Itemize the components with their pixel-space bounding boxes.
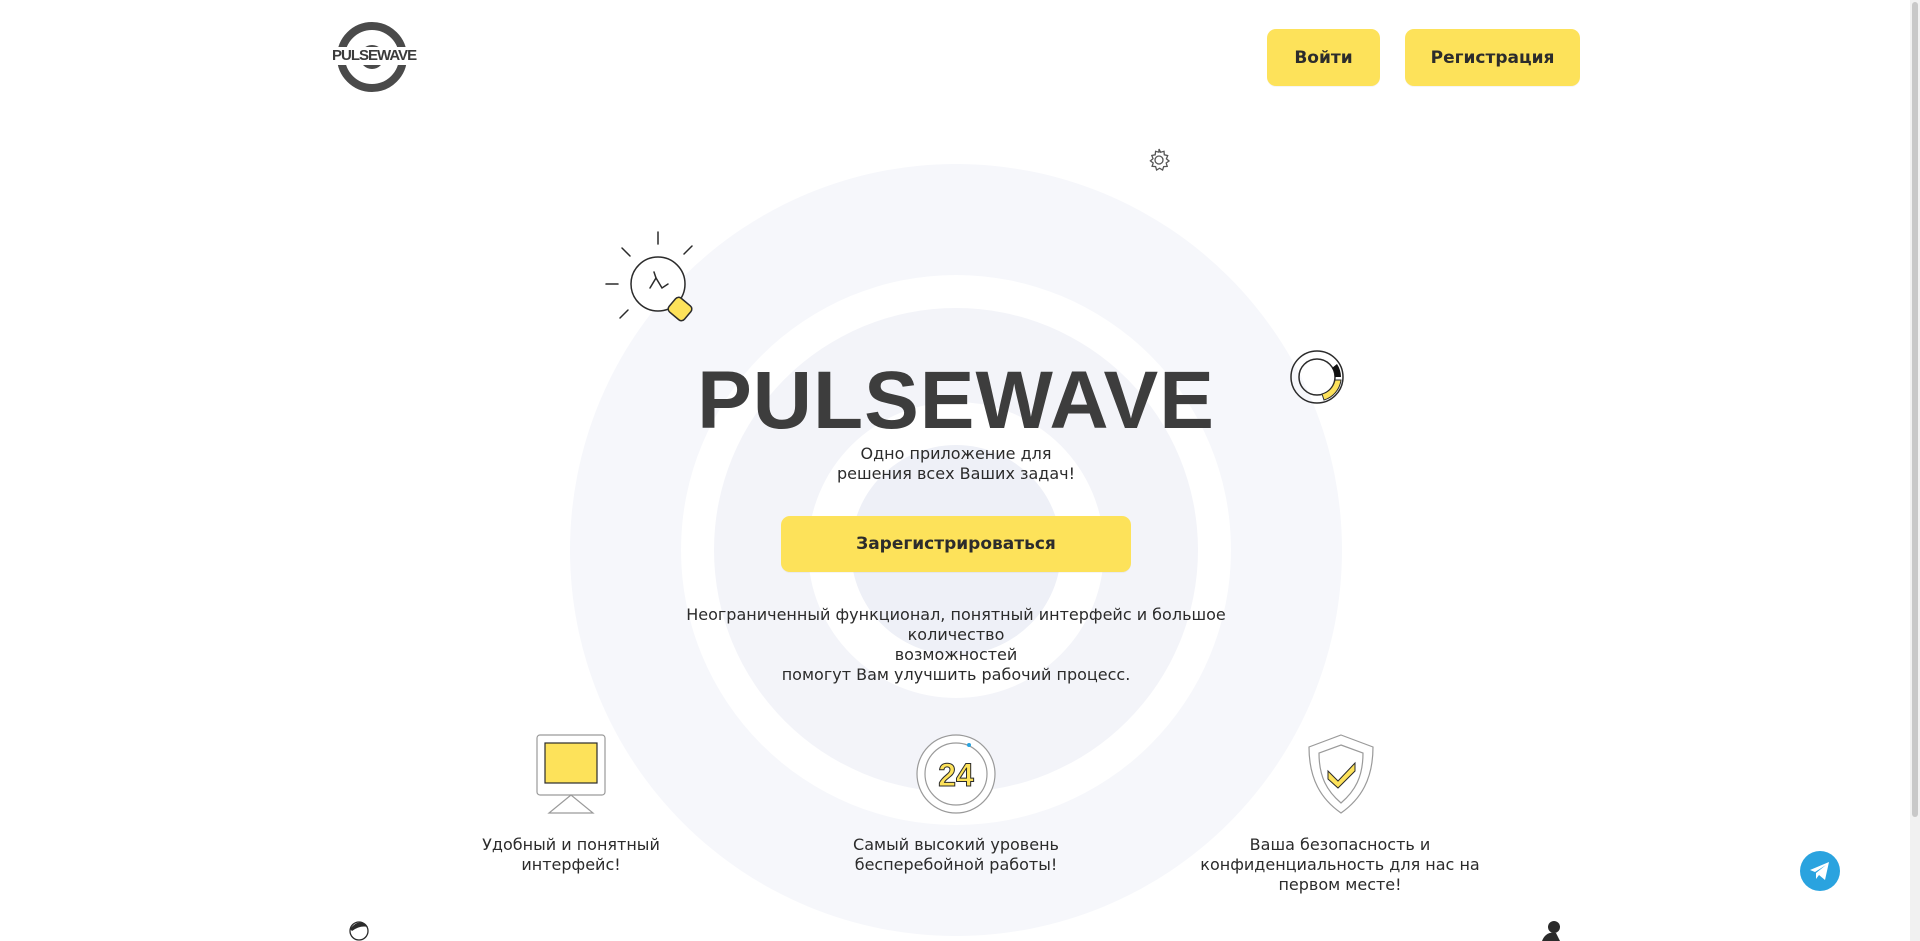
hero-subtitle: Одно приложение для решения всех Ваших з…	[806, 444, 1106, 484]
clock-24-icon: 24	[916, 734, 996, 814]
hero-subtitle-line1: Одно приложение для	[860, 444, 1052, 463]
feature-security-line3: первом месте!	[1278, 875, 1402, 894]
svg-text:24: 24	[938, 757, 974, 793]
feature-uptime: Самый высокий уровень бесперебойной рабо…	[816, 835, 1096, 875]
telegram-icon	[1810, 862, 1829, 880]
feature-security-line1: Ваша безопасность и	[1249, 835, 1431, 854]
hero-description: Неограниченный функционал, понятный инте…	[646, 605, 1266, 685]
feature-uptime-line1: Самый высокий уровень	[853, 835, 1059, 854]
gear-icon	[1149, 148, 1171, 171]
monitor-icon	[536, 734, 606, 814]
hero-desc-line1: Неограниченный функционал, понятный инте…	[686, 605, 1226, 644]
feature-interface-line1: Удобный и понятный интерфейс!	[482, 835, 660, 874]
scrollbar[interactable]	[1910, 0, 1920, 941]
person-illustration-left	[349, 921, 369, 941]
hero-title: PULSEWAVE	[697, 355, 1215, 446]
hero-desc-line3: помогут Вам улучшить рабочий процесс.	[781, 665, 1131, 684]
feature-interface: Удобный и понятный интерфейс!	[431, 835, 711, 875]
hero-desc-line2: возможностей	[894, 645, 1018, 664]
logo-text: PULSEWAVE	[332, 47, 417, 65]
login-button[interactable]: Войти	[1267, 29, 1380, 86]
telegram-button[interactable]	[1800, 851, 1840, 891]
person-illustration-right	[1542, 921, 1560, 941]
feature-uptime-line2: бесперебойной работы!	[854, 855, 1058, 874]
signup-cta-button[interactable]: Зарегистрироваться	[781, 516, 1131, 572]
hero-subtitle-line2: решения всех Ваших задач!	[836, 464, 1076, 483]
scrollbar-thumb[interactable]	[1912, 2, 1918, 817]
feature-security-line2: конфиденциальность для нас на	[1200, 855, 1480, 874]
register-button[interactable]: Регистрация	[1405, 29, 1580, 86]
shield-check-icon	[1308, 734, 1374, 814]
brand-logo[interactable]: PULSEWAVE	[332, 21, 417, 93]
lightbulb-icon	[605, 231, 693, 322]
feature-security: Ваша безопасность и конфиденциальность д…	[1200, 835, 1480, 895]
